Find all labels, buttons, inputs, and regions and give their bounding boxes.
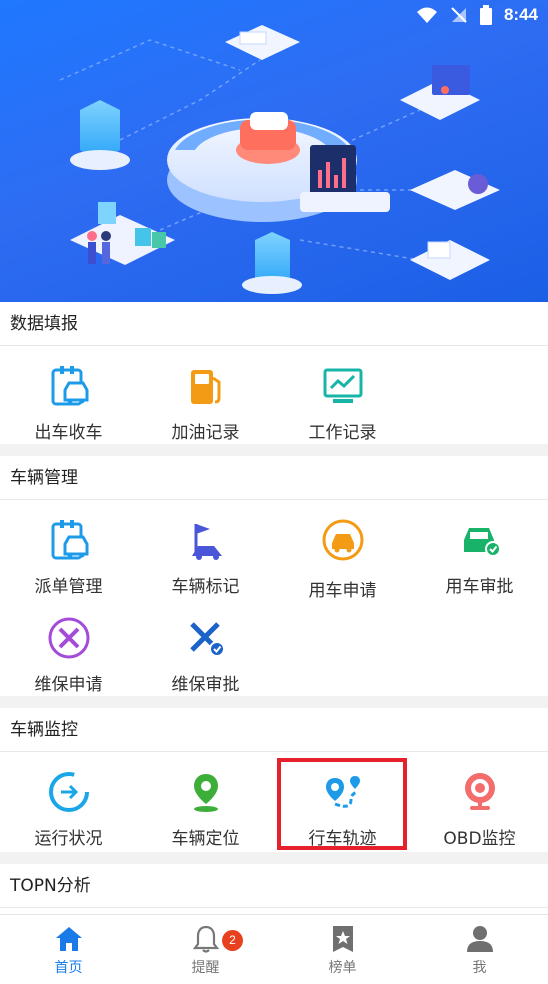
banner-illustration — [59, 25, 500, 294]
highlight-box — [277, 758, 407, 850]
section-title: 车辆监控 — [0, 708, 548, 752]
flag-car-icon — [191, 524, 222, 560]
battery-icon — [479, 5, 492, 25]
section-vehicle-monitoring: 车辆监控 运行状况 车辆定位 行车轨迹 OBD监控 — [0, 708, 548, 852]
menu-item-vehicle-approval[interactable]: 用车审批 — [411, 518, 548, 597]
menu-item-label: OBD监控 — [443, 829, 516, 849]
monitor-chart-icon — [323, 368, 362, 403]
notification-badge: 2 — [222, 930, 243, 951]
tab-profile[interactable]: 我 — [411, 915, 548, 984]
webcam-icon — [464, 773, 495, 810]
tab-reminders[interactable]: 提醒 — [137, 915, 274, 984]
menu-item-label: 用车审批 — [445, 577, 514, 597]
menu-item-running-status[interactable]: 运行状况 — [0, 770, 137, 849]
tab-label: 首页 — [54, 960, 83, 976]
menu-item-obd-monitor[interactable]: OBD监控 — [411, 770, 548, 849]
menu-item-label: 车辆定位 — [171, 829, 240, 849]
menu-item-label: 维保审批 — [171, 675, 240, 695]
menu-item-label: 工作记录 — [308, 423, 377, 443]
menu-item-label: 车辆标记 — [171, 577, 240, 597]
menu-item-fuel-record[interactable]: 加油记录 — [137, 364, 274, 443]
menu-item-label: 运行状况 — [34, 829, 103, 849]
menu-item-vehicle-mark[interactable]: 车辆标记 — [137, 518, 274, 597]
status-time: 8:44 — [503, 5, 538, 24]
tab-label: 提醒 — [191, 960, 220, 976]
menu-item-maintenance-request[interactable]: 维保申请 — [0, 616, 137, 695]
car-clipboard-icon — [51, 520, 88, 560]
tab-home[interactable]: 首页 — [0, 915, 137, 984]
menu-item-dispatch-management[interactable]: 派单管理 — [0, 518, 137, 597]
menu-item-label: 出车收车 — [34, 423, 103, 443]
car-clipboard-icon — [51, 366, 88, 406]
section-title: 车辆管理 — [0, 456, 548, 500]
menu-item-label: 用车申请 — [308, 581, 377, 601]
hero-banner: 8:44 — [0, 0, 548, 302]
bell-icon — [192, 925, 219, 953]
home-icon — [55, 927, 82, 951]
section-vehicle-management: 车辆管理 派单管理 车辆标记 用车申请 用车审批 维保申请 维保审批 — [0, 456, 548, 696]
location-pin-icon — [193, 774, 218, 812]
menu-item-vehicle-request[interactable]: 用车申请 — [274, 518, 411, 601]
star-document-icon — [332, 926, 353, 952]
tab-leaderboard[interactable]: 榜单 — [274, 915, 411, 984]
menu-item-maintenance-approval[interactable]: 维保审批 — [137, 616, 274, 695]
circular-arrow-icon — [48, 772, 89, 812]
section-topn-analysis: TOPN分析 — [0, 864, 548, 914]
status-bar: 8:44 — [416, 4, 538, 26]
wifi-icon — [416, 7, 437, 23]
car-check-icon — [463, 528, 501, 557]
menu-item-vehicle-location[interactable]: 车辆定位 — [137, 770, 274, 849]
section-title: TOPN分析 — [0, 864, 548, 908]
menu-item-label: 维保申请 — [34, 675, 103, 695]
menu-item-trip-checkin[interactable]: 出车收车 — [0, 364, 137, 443]
car-circle-icon — [322, 519, 363, 561]
tools-circle-icon — [48, 617, 89, 659]
person-icon — [466, 926, 493, 952]
fuel-pump-icon — [190, 370, 220, 404]
tab-label: 我 — [472, 960, 487, 976]
menu-item-work-record[interactable]: 工作记录 — [274, 364, 411, 443]
no-signal-icon — [451, 7, 467, 23]
bottom-tab-bar: 首页 提醒 榜单 我 — [0, 914, 548, 984]
menu-item-label: 加油记录 — [171, 423, 240, 443]
tab-label: 榜单 — [328, 960, 357, 976]
menu-item-label: 派单管理 — [34, 577, 103, 597]
section-data-entry: 数据填报 出车收车 加油记录 工作记录 — [0, 302, 548, 444]
section-title: 数据填报 — [0, 302, 548, 346]
tools-check-icon — [189, 622, 225, 657]
